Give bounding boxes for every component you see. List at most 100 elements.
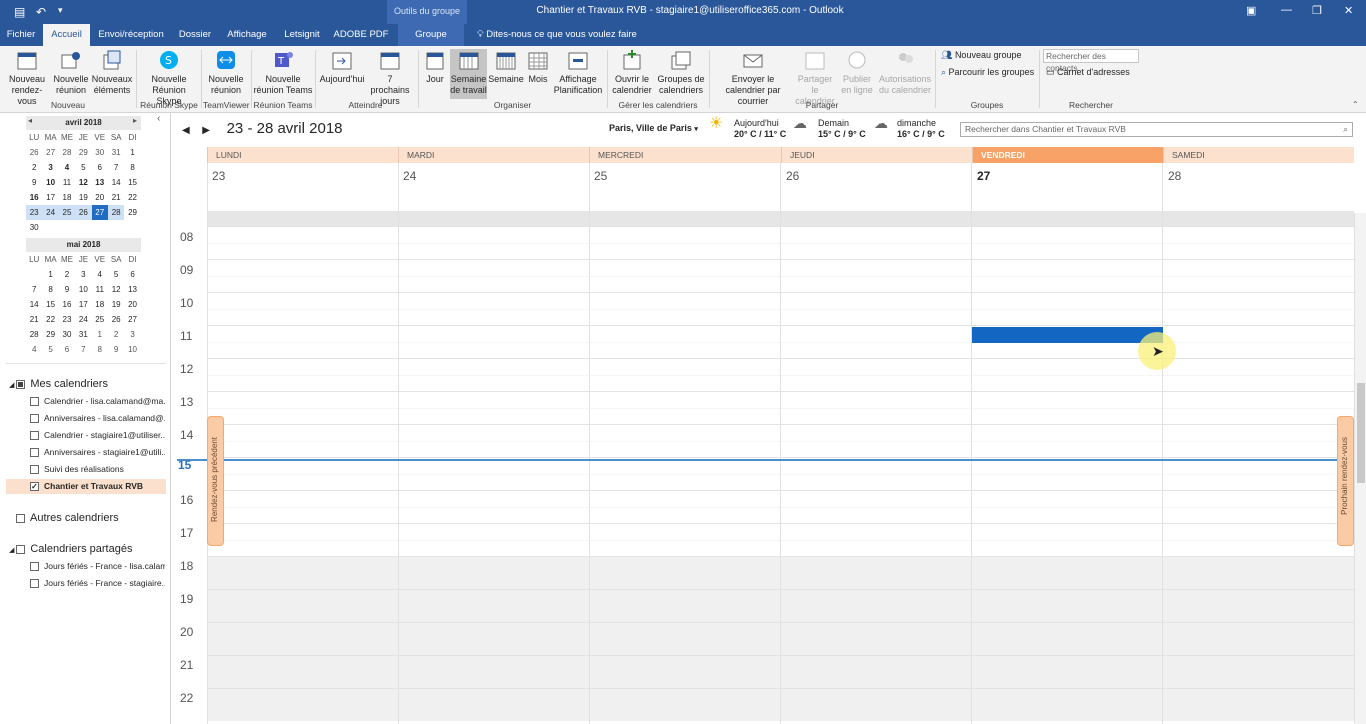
weather-sunday[interactable]: ☁︎ dimanche 16° C / 9° C bbox=[874, 116, 945, 140]
new-meeting-button[interactable]: Nouvelle réunion bbox=[53, 49, 89, 96]
minical-day[interactable]: 27 bbox=[42, 145, 58, 160]
day-number[interactable]: 23 bbox=[212, 169, 225, 183]
minical-day[interactable]: 21 bbox=[108, 190, 124, 205]
minical-day[interactable]: 21 bbox=[26, 312, 42, 327]
quick-access-dropdown-icon[interactable]: ▾ bbox=[58, 5, 63, 16]
minical-day[interactable]: 20 bbox=[92, 190, 108, 205]
weather-location-dropdown[interactable]: Paris, Ville de Paris ▾ bbox=[609, 123, 698, 133]
calendar-item[interactable]: Jours fériés - France - lisa.calam... bbox=[30, 561, 165, 572]
minical-day[interactable]: 8 bbox=[42, 282, 58, 297]
checkbox[interactable] bbox=[16, 544, 26, 554]
minical-day[interactable]: 12 bbox=[108, 282, 124, 297]
minical-day-today[interactable]: 27 bbox=[91, 205, 108, 220]
minical-day[interactable]: 16 bbox=[59, 297, 75, 312]
search-icon[interactable]: ⌕ bbox=[1343, 123, 1348, 136]
minical-day[interactable]: 10 bbox=[124, 342, 140, 357]
maximize-button[interactable]: ❐ bbox=[1312, 4, 1322, 17]
calendar-item[interactable]: Suivi des réalisations bbox=[30, 464, 165, 475]
new-items-button[interactable]: Nouveaux éléments bbox=[90, 49, 134, 96]
minical-day[interactable]: 17 bbox=[42, 190, 58, 205]
checkbox[interactable] bbox=[30, 448, 39, 458]
minical-day[interactable]: 2 bbox=[59, 267, 75, 282]
next-month-icon[interactable]: ▸ bbox=[133, 116, 137, 125]
day-header-mercredi[interactable]: MERCREDI bbox=[589, 147, 781, 163]
publish-online-button[interactable]: Publier en ligne bbox=[837, 49, 877, 96]
minical-day[interactable]: 29 bbox=[124, 205, 141, 220]
calendar-item[interactable]: Anniversaires - stagiaire1@utili... bbox=[30, 447, 165, 458]
minical-day[interactable]: 7 bbox=[75, 342, 91, 357]
checkbox[interactable] bbox=[30, 579, 39, 589]
tab-accueil[interactable]: Accueil bbox=[43, 24, 90, 46]
minical-day[interactable]: 31 bbox=[75, 327, 91, 342]
checkbox[interactable] bbox=[30, 431, 39, 441]
tab-groupe[interactable]: Groupe bbox=[398, 24, 464, 46]
next-week-icon[interactable]: ▶ bbox=[202, 125, 210, 136]
checkbox-checked[interactable]: ✓ bbox=[30, 482, 39, 492]
checkbox[interactable] bbox=[16, 513, 25, 523]
weather-tomorrow[interactable]: ☁︎ Demain 15° C / 9° C bbox=[793, 116, 866, 140]
day-number[interactable]: 28 bbox=[1168, 169, 1181, 183]
minical-day[interactable]: 3 bbox=[124, 327, 140, 342]
minical-day[interactable]: 6 bbox=[124, 267, 140, 282]
address-book-button[interactable]: ▭ Carnet d'adresses bbox=[1046, 67, 1130, 78]
collapse-ribbon-icon[interactable]: ⌃ bbox=[1352, 100, 1359, 109]
minical-day[interactable]: 8 bbox=[124, 160, 140, 175]
minical-day[interactable]: 25 bbox=[58, 205, 76, 220]
minical-day[interactable]: 9 bbox=[108, 342, 124, 357]
minical-day[interactable]: 29 bbox=[75, 145, 91, 160]
next-7-days-button[interactable]: 7 prochains jours bbox=[367, 49, 413, 107]
minical-day[interactable]: 8 bbox=[92, 342, 108, 357]
minical-day[interactable]: 5 bbox=[42, 342, 58, 357]
minical-day[interactable]: 22 bbox=[124, 190, 140, 205]
calendar-search-input[interactable]: Rechercher dans Chantier et Travaux RVB ⌕ bbox=[960, 122, 1353, 137]
schedule-view-button[interactable]: Affichage Planification bbox=[553, 49, 603, 96]
minical-day[interactable]: 22 bbox=[42, 312, 58, 327]
minical-day[interactable]: 30 bbox=[59, 327, 75, 342]
minical-day[interactable]: 1 bbox=[42, 267, 58, 282]
search-contacts-input[interactable]: Rechercher des contacts bbox=[1043, 49, 1139, 73]
previous-appointment-tab[interactable]: Rendez-vous précédent bbox=[207, 416, 224, 546]
checkbox[interactable] bbox=[30, 465, 39, 475]
minimize-button[interactable]: — bbox=[1281, 4, 1292, 16]
minical-day[interactable]: 9 bbox=[26, 175, 42, 190]
minical-day[interactable]: 16 bbox=[26, 190, 42, 205]
minical-day[interactable]: 29 bbox=[42, 327, 58, 342]
minical-day[interactable]: 4 bbox=[92, 267, 108, 282]
minical-day[interactable]: 2 bbox=[108, 327, 124, 342]
minical-day[interactable] bbox=[26, 267, 42, 282]
calendar-event[interactable] bbox=[972, 327, 1163, 343]
minical-day[interactable]: 6 bbox=[92, 160, 108, 175]
vertical-scrollbar[interactable] bbox=[1354, 213, 1366, 724]
minical-day[interactable]: 15 bbox=[124, 175, 140, 190]
minical-day[interactable]: 11 bbox=[92, 282, 108, 297]
day-header-jeudi[interactable]: JEUDI bbox=[781, 147, 972, 163]
day-header-lundi[interactable]: LUNDI bbox=[207, 147, 398, 163]
minical-day[interactable]: 18 bbox=[92, 297, 108, 312]
other-calendars-header[interactable]: Autres calendriers bbox=[16, 512, 119, 524]
minical-day[interactable]: 14 bbox=[26, 297, 42, 312]
close-button[interactable]: ✕ bbox=[1344, 4, 1353, 17]
minical-day[interactable]: 5 bbox=[108, 267, 124, 282]
minical-day[interactable]: 26 bbox=[26, 145, 42, 160]
minical-day[interactable]: 7 bbox=[26, 282, 42, 297]
minical-day[interactable]: 23 bbox=[59, 312, 75, 327]
checkbox[interactable] bbox=[30, 397, 39, 407]
tab-envoi-reception[interactable]: Envoi/réception bbox=[93, 24, 169, 46]
minical-day[interactable]: 19 bbox=[75, 190, 91, 205]
calendar-item[interactable]: Anniversaires - lisa.calamand@... bbox=[30, 413, 165, 424]
minical-day[interactable]: 15 bbox=[42, 297, 58, 312]
minical-day[interactable]: 9 bbox=[59, 282, 75, 297]
tab-fichier[interactable]: Fichier bbox=[0, 24, 42, 46]
minical-day[interactable]: 4 bbox=[59, 160, 75, 175]
minical-day[interactable]: 23 bbox=[26, 205, 43, 220]
day-view-button[interactable]: Jour bbox=[421, 49, 449, 85]
minical-day[interactable]: 28 bbox=[59, 145, 75, 160]
ribbon-display-icon[interactable]: ▣ bbox=[1246, 4, 1256, 17]
day-number[interactable]: 24 bbox=[403, 169, 416, 183]
minical-day[interactable]: 11 bbox=[59, 175, 75, 190]
work-week-view-button[interactable]: Semaine de travail bbox=[450, 49, 487, 99]
email-calendar-button[interactable]: Envoyer le calendrier par courrier bbox=[712, 49, 794, 107]
tab-adobe-pdf[interactable]: ADOBE PDF bbox=[332, 24, 390, 46]
today-button[interactable]: Aujourd'hui bbox=[318, 49, 366, 85]
calendar-item-selected[interactable]: ✓ Chantier et Travaux RVB bbox=[6, 479, 166, 494]
